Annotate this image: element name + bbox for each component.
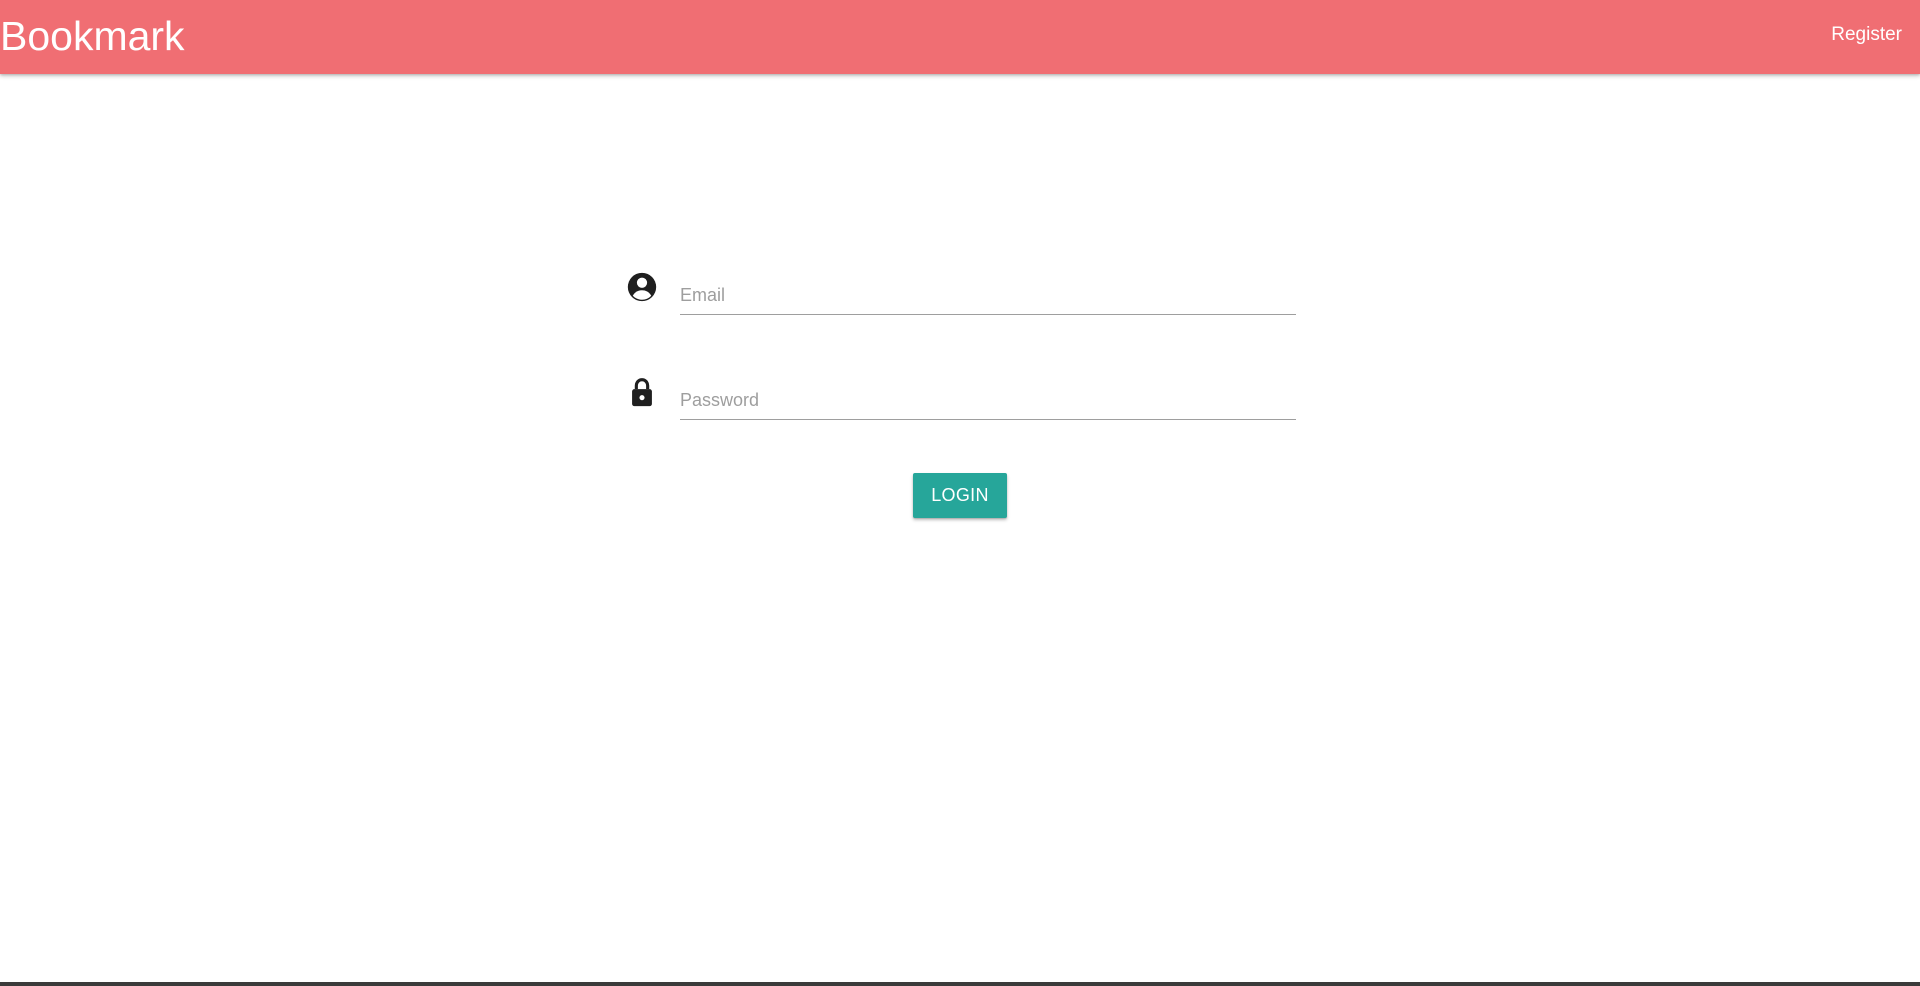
lock-icon (625, 375, 659, 409)
account-circle-icon (625, 270, 659, 304)
password-input[interactable] (680, 381, 1296, 420)
password-field-group (625, 371, 1297, 427)
brand-logo[interactable]: Bookmark (0, 10, 185, 62)
top-navbar: Bookmark Register (0, 0, 1920, 74)
email-field-group (625, 266, 1297, 322)
email-input[interactable] (680, 276, 1296, 315)
register-link[interactable]: Register (1831, 22, 1902, 48)
window-bottom-edge (0, 982, 1920, 986)
login-button[interactable]: LOGIN (913, 473, 1007, 518)
